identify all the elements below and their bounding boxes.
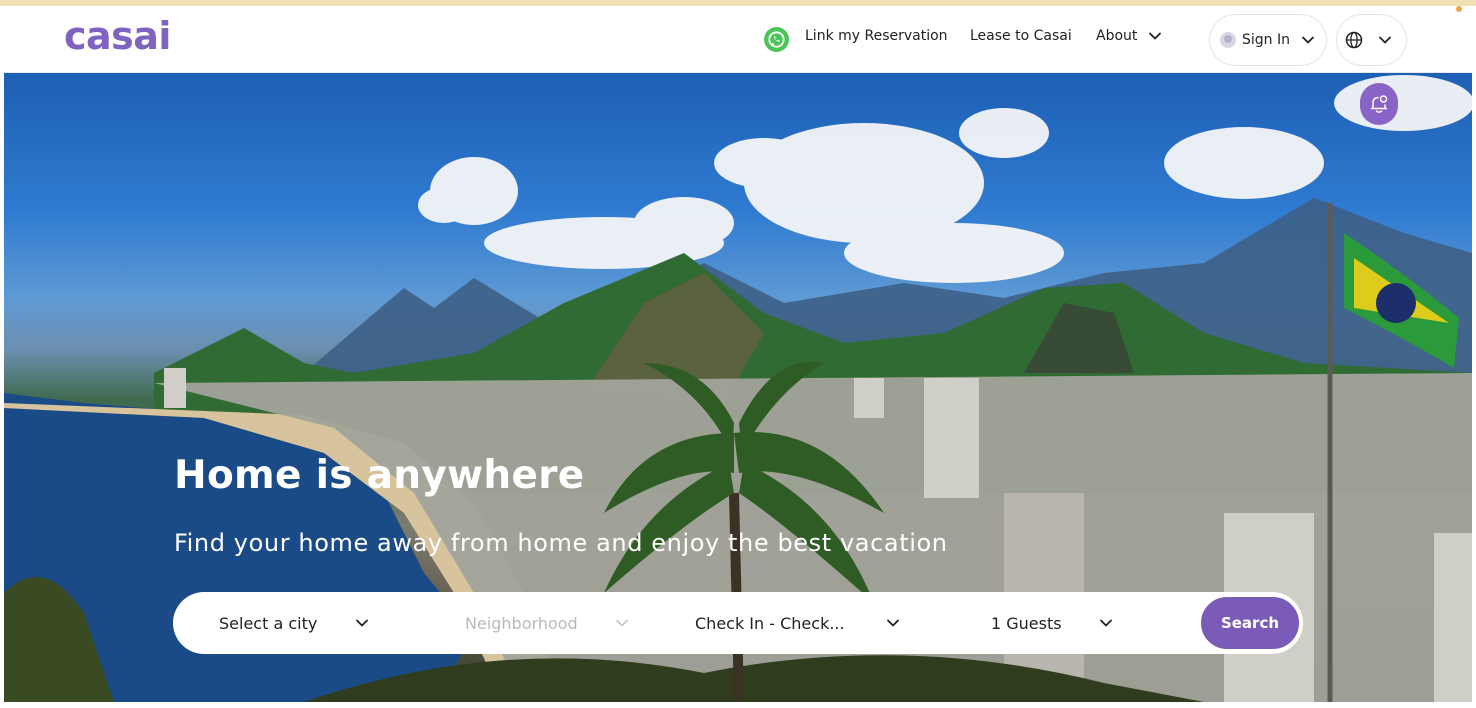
search-button[interactable]: Search — [1199, 595, 1301, 651]
chevron-down-icon — [1099, 619, 1112, 627]
page-frame: casai Link my Reservation Lease to Casai… — [4, 6, 1472, 702]
language-selector[interactable] — [1336, 14, 1407, 66]
link-reservation-link[interactable]: Link my Reservation — [805, 28, 948, 44]
search-bar: Select a city Neighborhood Check In - Ch… — [173, 592, 1303, 654]
status-dot — [1456, 6, 1462, 12]
chevron-down-icon — [1379, 36, 1391, 44]
guests-select[interactable]: 1 Guests — [991, 592, 1114, 654]
sign-in-label: Sign In — [1242, 32, 1290, 48]
about-label: About — [1096, 28, 1138, 44]
chevron-down-icon — [886, 619, 899, 627]
bell-icon — [1370, 95, 1388, 113]
chevron-down-icon — [615, 619, 628, 627]
sign-in-button[interactable]: Sign In — [1209, 14, 1327, 66]
avatar — [1220, 32, 1236, 48]
lease-label: Lease to Casai — [970, 28, 1072, 44]
hero-title: Home is anywhere — [174, 453, 585, 498]
chevron-down-icon — [356, 619, 369, 627]
whatsapp-icon[interactable] — [764, 27, 789, 52]
site-header: casai Link my Reservation Lease to Casai… — [4, 6, 1472, 73]
neighborhood-select-label: Neighborhood — [465, 613, 578, 633]
link-reservation-label: Link my Reservation — [805, 28, 948, 44]
neighborhood-select[interactable]: Neighborhood — [465, 592, 630, 654]
city-select-label: Select a city — [219, 613, 318, 633]
guests-select-label: 1 Guests — [991, 613, 1062, 633]
notification-button[interactable] — [1360, 83, 1398, 125]
globe-icon — [1345, 31, 1363, 49]
chevron-down-icon — [1302, 36, 1314, 44]
dates-picker[interactable]: Check In - Check... — [695, 592, 901, 654]
about-menu[interactable]: About — [1096, 28, 1163, 44]
hero-banner: Home is anywhere Find your home away fro… — [4, 73, 1472, 702]
lease-to-casai-link[interactable]: Lease to Casai — [970, 28, 1072, 44]
hero-subtitle: Find your home away from home and enjoy … — [174, 529, 948, 557]
city-select[interactable]: Select a city — [219, 592, 370, 654]
casai-logo[interactable]: casai — [64, 14, 171, 58]
chevron-down-icon — [1149, 32, 1162, 40]
dates-picker-label: Check In - Check... — [695, 613, 845, 633]
